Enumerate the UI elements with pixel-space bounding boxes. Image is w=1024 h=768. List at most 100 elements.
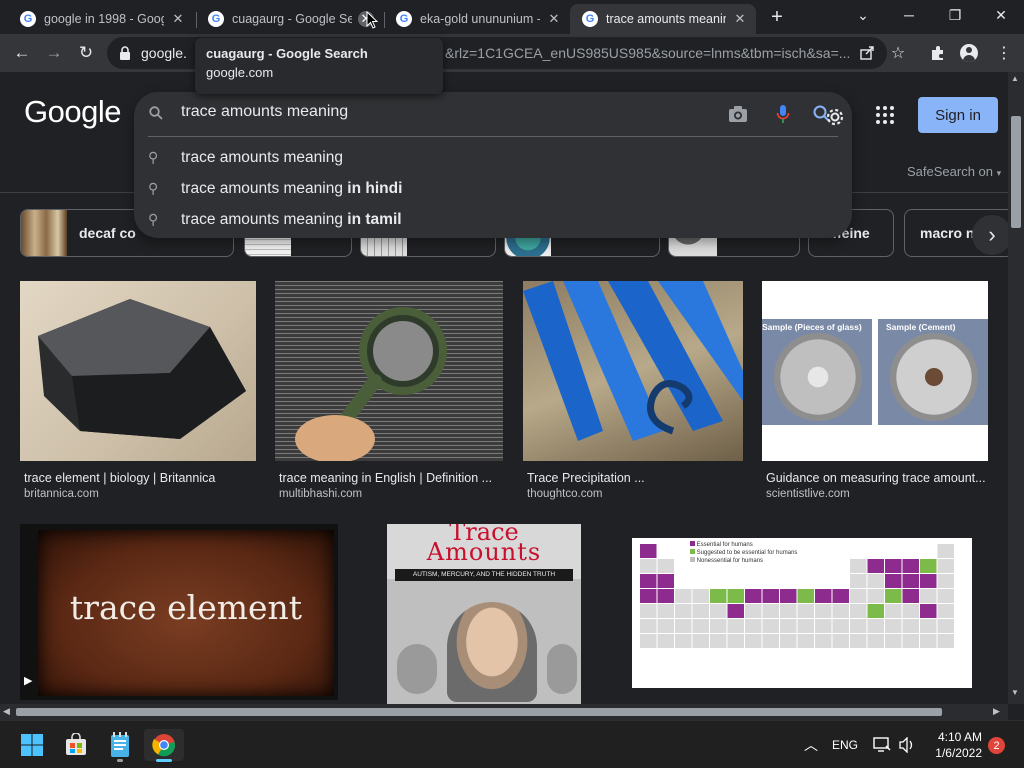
search-icon: ⚲ bbox=[148, 211, 159, 227]
url-host: google. bbox=[141, 45, 187, 61]
windows-start-icon[interactable] bbox=[16, 729, 48, 761]
suggestion-item[interactable]: ⚲ trace amounts meaning bbox=[134, 142, 852, 173]
scroll-right-arrow-icon[interactable]: ▶ bbox=[993, 706, 1000, 717]
reload-icon[interactable]: ↻ bbox=[72, 39, 100, 67]
new-tab-button[interactable]: + bbox=[766, 6, 788, 28]
result-thumbnail[interactable] bbox=[20, 281, 256, 461]
chrome-taskbar-icon[interactable] bbox=[144, 729, 184, 762]
result-title[interactable]: Trace Precipitation ... bbox=[527, 471, 645, 485]
tab-cuagaurg[interactable]: G cuagaurg - Google Sea ✕ bbox=[196, 4, 382, 34]
image-result[interactable]: Trace Precipitation ... thoughtco.com bbox=[523, 281, 743, 503]
chevron-right-icon[interactable]: › bbox=[972, 215, 1008, 255]
tab-eka-gold[interactable]: G eka-gold unununium - ✕ bbox=[384, 4, 570, 34]
suggestion-item[interactable]: ⚲ trace amounts meaning in hindi bbox=[134, 173, 852, 204]
close-tab-icon[interactable]: ✕ bbox=[546, 11, 562, 27]
result-thumbnail[interactable]: Essential for humans Suggested to be ess… bbox=[632, 538, 972, 688]
tab-trace-amounts[interactable]: G trace amounts meaning ✕ bbox=[570, 4, 756, 34]
back-icon[interactable]: ← bbox=[8, 39, 36, 67]
result-title[interactable]: trace meaning in English | Definition ..… bbox=[279, 471, 492, 485]
image-result[interactable]: trace element | biology | Britannica bri… bbox=[20, 281, 256, 503]
tab-strip: G google in 1998 - Googl ✕ G cuagaurg - … bbox=[0, 0, 1024, 34]
microphone-icon[interactable] bbox=[771, 102, 795, 126]
forward-icon[interactable]: → bbox=[40, 39, 68, 67]
result-source: multibhashi.com bbox=[279, 488, 363, 500]
network-icon[interactable] bbox=[873, 737, 891, 753]
close-tab-icon[interactable]: ✕ bbox=[170, 11, 186, 27]
search-icon: ⚲ bbox=[148, 180, 159, 196]
language-indicator[interactable]: ENG bbox=[832, 738, 858, 752]
notepad-icon[interactable] bbox=[104, 729, 136, 762]
image-text-cement: Sample (Cement) bbox=[886, 322, 956, 332]
image-result[interactable]: Essential for humans Suggested to be ess… bbox=[632, 538, 972, 688]
suggestion-suffix: in tamil bbox=[347, 210, 402, 228]
chevron-up-icon[interactable]: ︿ bbox=[804, 735, 818, 755]
image-text-trace-element: trace element bbox=[69, 588, 303, 627]
image-result[interactable]: Trace Amounts AUTISM, MERCURY, AND THE H… bbox=[387, 524, 581, 704]
suggestion-item[interactable]: ⚲ trace amounts meaning in tamil bbox=[134, 204, 852, 235]
play-icon[interactable]: ▶ bbox=[24, 674, 32, 687]
image-result[interactable]: trace element ▶ bbox=[20, 524, 338, 704]
safesearch-toggle[interactable]: SafeSearch on ▾ bbox=[907, 164, 1001, 179]
search-divider bbox=[148, 136, 838, 137]
tooltip-title: cuagaurg - Google Search bbox=[206, 46, 368, 61]
system-clock[interactable]: 4:10 AM 1/6/2022 bbox=[930, 729, 982, 761]
horizontal-scroll-thumb[interactable] bbox=[16, 708, 942, 716]
result-thumbnail[interactable]: Trace Amounts AUTISM, MERCURY, AND THE H… bbox=[387, 524, 581, 704]
search-autocomplete-panel: trace amounts meaning ⚲ trace amounts me… bbox=[134, 92, 852, 238]
clock-time: 4:10 AM bbox=[937, 730, 982, 744]
image-result[interactable]: trace meaning in English | Definition ..… bbox=[275, 281, 503, 503]
tab-google-1998[interactable]: G google in 1998 - Googl ✕ bbox=[8, 4, 194, 34]
result-source: britannica.com bbox=[24, 488, 99, 500]
tab-title: eka-gold unununium - bbox=[420, 12, 540, 26]
safesearch-label: SafeSearch on bbox=[907, 164, 994, 179]
book-subtitle: AUTISM, MERCURY, AND THE HIDDEN TRUTH bbox=[395, 569, 573, 581]
camera-lens-icon[interactable] bbox=[726, 102, 750, 126]
sign-in-button[interactable]: Sign in bbox=[918, 97, 998, 133]
menu-kebab-icon[interactable]: ⋮ bbox=[990, 39, 1018, 67]
result-thumbnail[interactable] bbox=[523, 281, 743, 461]
vertical-scroll-thumb[interactable] bbox=[1011, 116, 1021, 228]
tab-hover-tooltip: cuagaurg - Google Search google.com bbox=[195, 38, 443, 94]
share-icon[interactable] bbox=[859, 45, 875, 61]
close-window-icon[interactable]: ✕ bbox=[978, 0, 1024, 30]
scroll-up-arrow-icon[interactable]: ▲ bbox=[1011, 74, 1019, 83]
result-thumbnail[interactable]: Sample (Pieces of glass) Sample (Cement) bbox=[762, 281, 988, 461]
scroll-down-arrow-icon[interactable]: ▼ bbox=[1011, 688, 1019, 697]
search-icon: ⚲ bbox=[148, 149, 159, 165]
lock-icon bbox=[120, 46, 130, 60]
mouse-cursor-icon bbox=[366, 11, 378, 29]
chip-label: decaf co bbox=[79, 225, 136, 241]
settings-gear-icon[interactable] bbox=[823, 105, 847, 129]
suggestion-text: trace amounts meaning bbox=[181, 210, 343, 228]
minimize-icon[interactable]: ─ bbox=[886, 0, 932, 30]
google-logo[interactable]: Google bbox=[24, 94, 121, 130]
result-title[interactable]: trace element | biology | Britannica bbox=[24, 471, 215, 485]
search-icon bbox=[149, 106, 163, 120]
image-result[interactable]: Sample (Pieces of glass) Sample (Cement)… bbox=[762, 281, 988, 503]
scroll-left-arrow-icon[interactable]: ◀ bbox=[3, 706, 10, 717]
extensions-icon[interactable] bbox=[930, 45, 946, 61]
vertical-scrollbar[interactable]: ▲ ▼ bbox=[1008, 72, 1024, 704]
result-thumbnail[interactable] bbox=[275, 281, 503, 461]
image-text-glass: Sample (Pieces of glass) bbox=[762, 322, 862, 332]
store-icon[interactable] bbox=[60, 729, 92, 761]
horizontal-scrollbar[interactable]: ◀ ▶ bbox=[0, 704, 1008, 720]
restore-icon[interactable]: ❐ bbox=[932, 0, 978, 30]
google-favicon-icon: G bbox=[20, 11, 36, 27]
periodic-table-graphic bbox=[640, 544, 954, 648]
profile-icon[interactable] bbox=[960, 44, 978, 62]
google-favicon-icon: G bbox=[582, 11, 598, 27]
close-tab-icon[interactable]: ✕ bbox=[732, 11, 748, 27]
result-thumbnail[interactable]: trace element ▶ bbox=[20, 524, 338, 700]
suggestion-text: trace amounts meaning bbox=[181, 148, 343, 166]
volume-icon[interactable] bbox=[898, 737, 916, 753]
tab-search-icon[interactable]: ⌄ bbox=[840, 0, 886, 30]
notification-badge[interactable]: 2 bbox=[988, 737, 1005, 754]
bookmark-star-icon[interactable]: ☆ bbox=[884, 39, 912, 67]
tooltip-domain: google.com bbox=[206, 65, 274, 80]
result-title[interactable]: Guidance on measuring trace amount... bbox=[766, 471, 986, 485]
windows-taskbar: ︿ ENG 4:10 AM 1/6/2022 2 bbox=[0, 720, 1024, 768]
result-source: scientistlive.com bbox=[766, 488, 850, 500]
search-input[interactable]: trace amounts meaning bbox=[181, 103, 348, 121]
google-apps-icon[interactable] bbox=[876, 106, 894, 124]
